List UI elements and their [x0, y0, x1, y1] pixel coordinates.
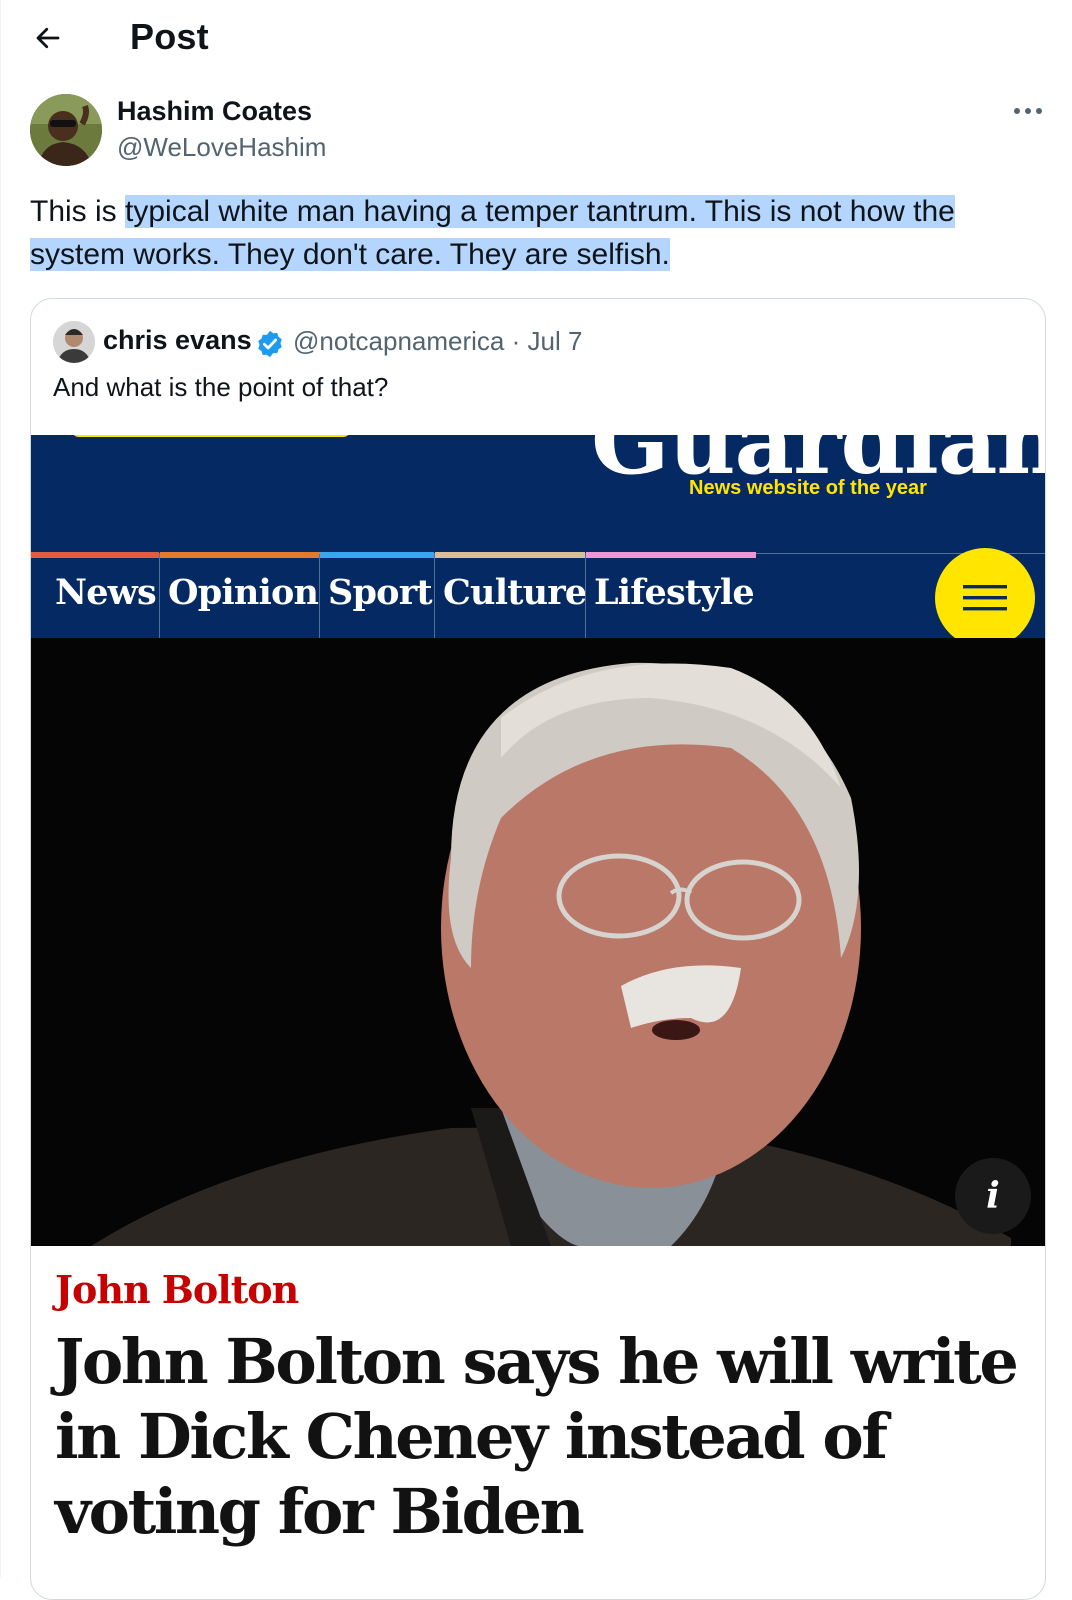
nav-label: Lifestyle	[594, 572, 755, 613]
nav-color-bar	[586, 552, 756, 558]
tweet-text-selected: typical white man having a temper tantru…	[30, 195, 955, 271]
nav-label: Sport	[328, 572, 433, 613]
article-photo[interactable]: i	[31, 638, 1045, 1246]
nav-color-bar	[320, 552, 434, 558]
guardian-tagline: News website of the year	[689, 477, 927, 499]
author-name[interactable]: Hashim Coates	[117, 96, 312, 127]
masthead-yellow-pill	[71, 435, 351, 437]
arrow-left-icon	[36, 27, 60, 49]
nav-item-lifestyle[interactable]: Lifestyle	[585, 552, 756, 639]
article-kicker[interactable]: John Bolton	[55, 1267, 299, 1312]
nav-item-news[interactable]: News	[31, 552, 159, 639]
page-title: Post	[130, 16, 209, 57]
back-button[interactable]	[30, 20, 66, 56]
quote-handle-date[interactable]: @notcapnamerica · Jul 7	[293, 326, 582, 357]
quote-author-avatar[interactable]	[53, 321, 95, 363]
quote-text: And what is the point of that?	[53, 372, 389, 402]
hamburger-menu-icon	[963, 585, 1007, 611]
article-headline[interactable]: John Bolton says he will write in Dick C…	[55, 1324, 1035, 1549]
author-avatar[interactable]	[30, 94, 102, 166]
guardian-menu-button[interactable]	[935, 548, 1035, 648]
nav-color-bar	[31, 552, 159, 558]
verified-badge-icon	[258, 330, 282, 358]
left-border	[0, 0, 1, 1577]
nav-label: Opinion	[168, 572, 319, 613]
tweet-text-plain: This is	[30, 195, 126, 228]
nav-label: News	[55, 572, 157, 613]
page-header: Post	[0, 0, 1072, 76]
nav-item-sport[interactable]: Sport	[319, 552, 434, 639]
quote-author-name[interactable]: chris evans	[103, 325, 252, 356]
nav-label: Culture	[443, 572, 587, 613]
info-icon: i	[986, 1175, 1000, 1217]
quoted-tweet-card[interactable]: chris evans @notcapnamerica · Jul 7 And …	[30, 298, 1046, 1600]
nav-color-bar	[160, 552, 320, 558]
author-handle[interactable]: @WeLoveHashim	[117, 132, 326, 163]
nav-item-opinion[interactable]: Opinion	[159, 552, 320, 639]
nav-color-bar	[435, 552, 585, 558]
nav-item-culture[interactable]: Culture	[434, 552, 587, 639]
guardian-masthead: Guardian News website of the year	[31, 435, 1045, 553]
photo-info-button[interactable]: i	[955, 1158, 1031, 1234]
more-options-button[interactable]	[1006, 96, 1050, 126]
tweet-text: This is typical white man having a tempe…	[30, 190, 1040, 276]
more-dots-icon	[1014, 108, 1042, 114]
guardian-nav: News Opinion Sport Culture Lifestyle	[31, 548, 1045, 648]
